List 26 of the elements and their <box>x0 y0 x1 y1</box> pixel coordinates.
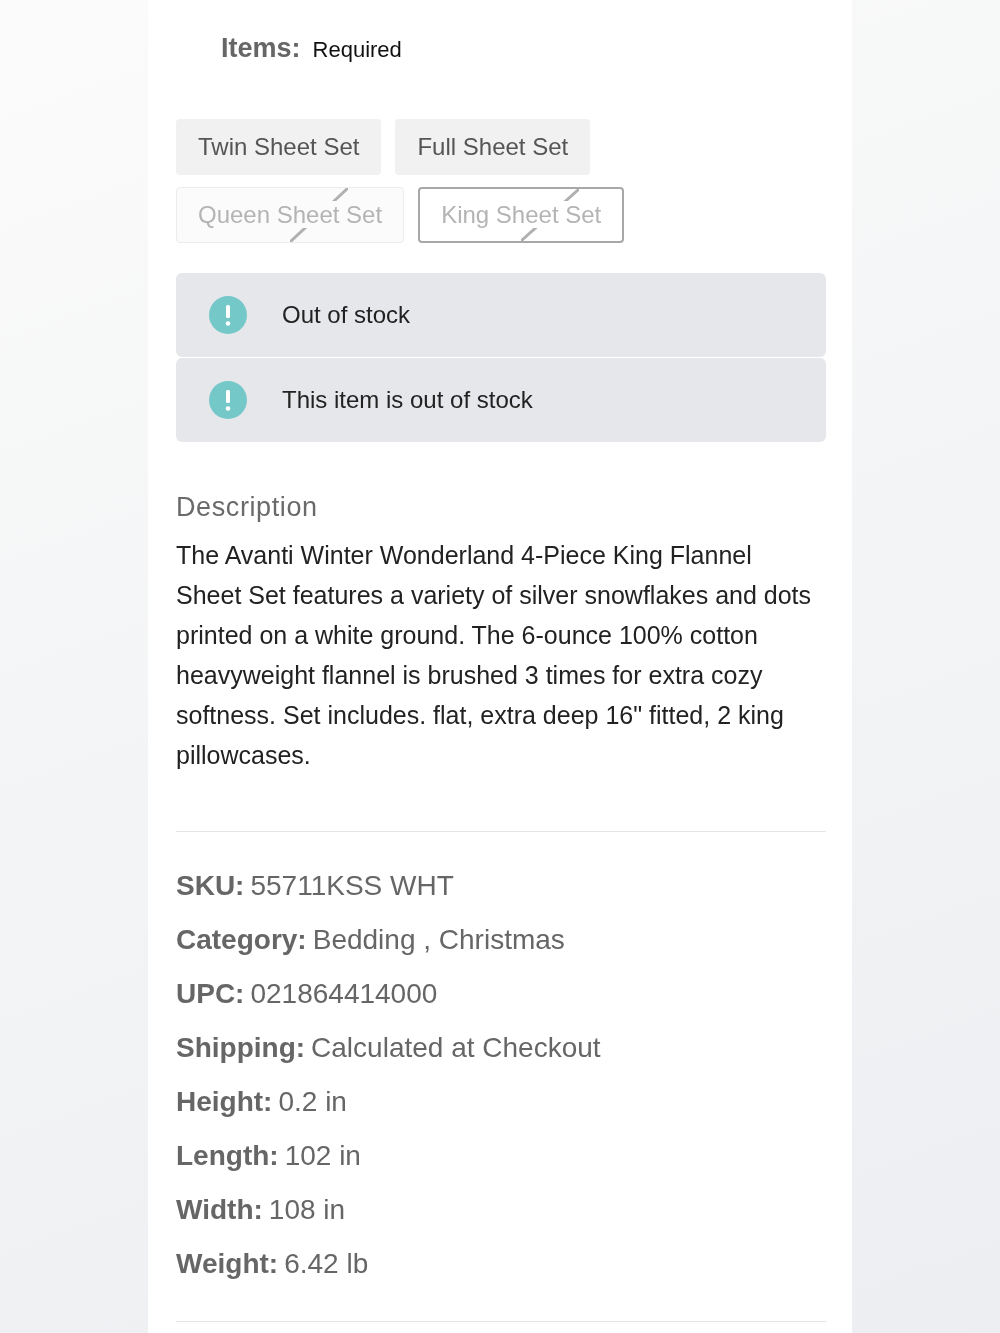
alert-text: This item is out of stock <box>282 386 533 414</box>
spec-value: 108 in <box>268 1193 346 1227</box>
exclamation-circle-icon <box>209 296 247 334</box>
field-label: Items: <box>221 32 301 65</box>
spec-value: Bedding , Christmas <box>312 923 565 957</box>
option-button[interactable]: Full Sheet Set <box>395 119 591 175</box>
spec-value: 102 in <box>284 1139 361 1173</box>
spec-value: 55711KSS WHT <box>250 869 454 903</box>
spec-label: SKU: <box>176 869 245 903</box>
spec-value: Calculated at Checkout <box>311 1031 601 1065</box>
spec-label: Width: <box>176 1193 263 1227</box>
spec-label: UPC: <box>176 977 245 1011</box>
spec-label: Height: <box>176 1085 273 1119</box>
description-text: The Avanti Winter Wonderland 4-Piece King Flannel Sheet Set features a variety of silver snowflakes and dots printed on a white ground. The 6-ounce 100% cotton heavyweight flannel is brushed 3 times for extra cozy softness. Set includes. flat, extra deep 16" fitted, 2 king pillowcases. <box>176 540 813 771</box>
exclamation-circle-icon <box>209 381 247 419</box>
option-button[interactable]: Twin Sheet Set <box>176 119 382 175</box>
alert-text: Out of stock <box>282 301 411 329</box>
spec-label: Shipping: <box>176 1031 306 1065</box>
spec-value: 0.2 in <box>278 1085 347 1119</box>
spec-label: Category: <box>176 923 307 957</box>
spec-value: 021864414000 <box>250 977 438 1011</box>
section-heading: Description <box>176 491 319 524</box>
required-note: Required <box>312 36 402 64</box>
spec-label: Weight: <box>176 1247 279 1281</box>
spec-label: Length: <box>176 1139 279 1173</box>
spec-value: 6.42 lb <box>284 1247 369 1281</box>
